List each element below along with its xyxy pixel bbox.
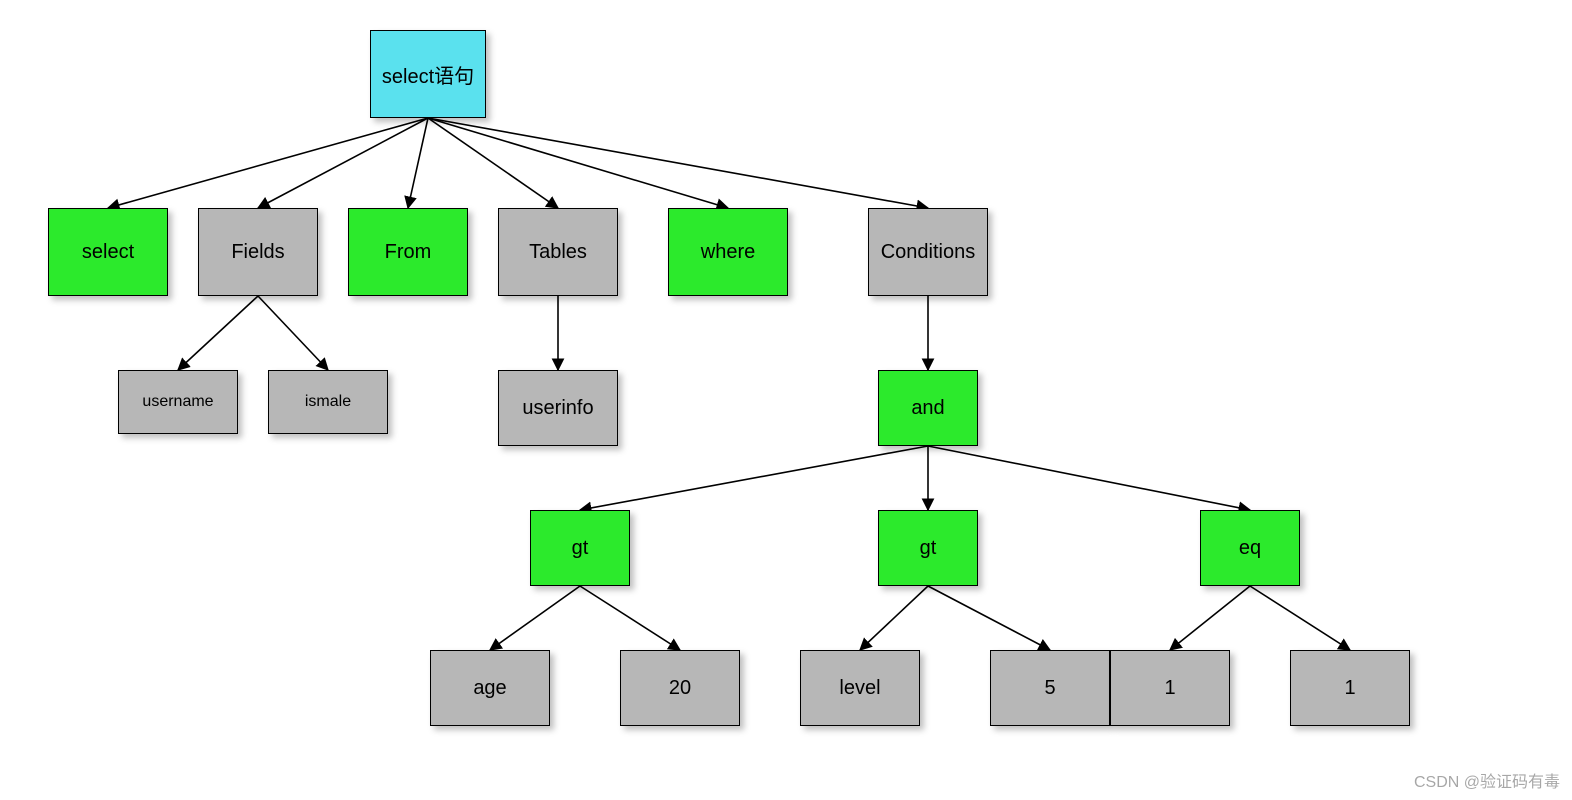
node-table-userinfo: userinfo — [498, 370, 618, 446]
node-leaf-20: 20 — [620, 650, 740, 726]
node-op-gt-1: gt — [530, 510, 630, 586]
node-op-gt-2: gt — [878, 510, 978, 586]
node-leaf-5: 5 — [990, 650, 1110, 726]
node-leaf-level: level — [800, 650, 920, 726]
node-leaf-age: age — [430, 650, 550, 726]
node-op-and: and — [878, 370, 978, 446]
node-op-eq: eq — [1200, 510, 1300, 586]
node-keyword-from: From — [348, 208, 468, 296]
watermark-text: CSDN @验证码有毒 — [1414, 768, 1560, 792]
node-fields: Fields — [198, 208, 318, 296]
node-leaf-1b: 1 — [1290, 650, 1410, 726]
node-field-ismale: ismale — [268, 370, 388, 434]
node-conditions: Conditions — [868, 208, 988, 296]
node-leaf-1a: 1 — [1110, 650, 1230, 726]
node-keyword-select: select — [48, 208, 168, 296]
node-keyword-where: where — [668, 208, 788, 296]
node-field-username: username — [118, 370, 238, 434]
node-root-select-statement: select语句 — [370, 30, 486, 118]
node-tables: Tables — [498, 208, 618, 296]
